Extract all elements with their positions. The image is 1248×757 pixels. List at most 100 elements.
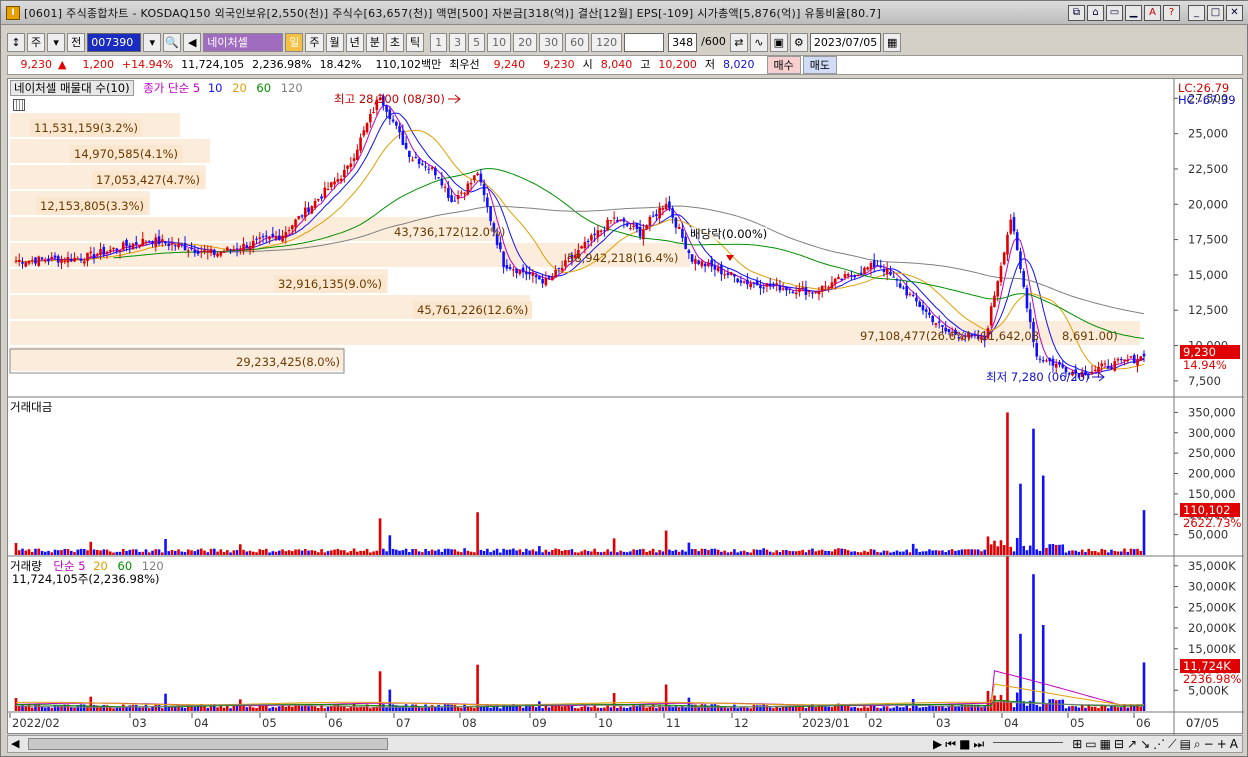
fib-icon[interactable]: ⋰ (1153, 737, 1165, 751)
line-chart-icon[interactable]: ∿ (749, 32, 768, 52)
window-icon[interactable]: ▭ (1106, 5, 1123, 21)
home-icon[interactable]: ⌂ (1087, 5, 1104, 21)
amount-bar (765, 549, 769, 555)
volume-bar (349, 706, 353, 711)
maximize-button[interactable]: □ (1207, 5, 1224, 21)
interval-30[interactable]: 30 (539, 32, 564, 52)
volume-bar (1045, 703, 1048, 711)
minus-icon[interactable]: − (1204, 737, 1214, 751)
scroll-left-icon[interactable]: ◀ (11, 737, 19, 750)
candle-body (385, 105, 388, 112)
amount-bar (609, 551, 613, 555)
interval-10[interactable]: 10 (487, 32, 512, 52)
volume-bar (944, 707, 948, 711)
price-tick-label: 12,500 (1188, 303, 1228, 317)
volume-sub: 11,724,105주(2,236.98%) (12, 572, 160, 586)
volume-bar (138, 707, 141, 711)
crosshair-icon[interactable]: ⊞ (1072, 737, 1082, 751)
candle-body (229, 249, 232, 251)
text-icon[interactable]: A (1230, 737, 1238, 751)
volume-bar (827, 706, 830, 711)
play-icon[interactable]: ▶ (933, 737, 942, 751)
interval-60[interactable]: 60 (565, 32, 590, 52)
candle-body (700, 261, 704, 267)
zoom-slider[interactable] (993, 742, 1064, 746)
candle-body (1100, 363, 1104, 367)
date-input[interactable]: 2023/07/05 (809, 32, 882, 52)
line-icon[interactable]: ↘ (1140, 737, 1150, 751)
zoom-out-icon[interactable]: ⌕ (1194, 737, 1201, 752)
amount-bar (905, 549, 908, 555)
speaker-icon[interactable]: ◀ (183, 32, 202, 52)
period-day[interactable]: 일 (285, 32, 304, 52)
count-input[interactable]: 348 (668, 32, 698, 52)
minimize-button[interactable]: _ (1188, 5, 1205, 21)
interval-120[interactable]: 120 (591, 32, 623, 52)
amount-bar (1090, 551, 1094, 555)
volume-bar (768, 707, 772, 711)
stock-code-input[interactable]: 007390 (87, 32, 142, 52)
calendar-icon[interactable]: ▦ (883, 32, 902, 52)
volume-bar (850, 707, 853, 711)
period-tick[interactable]: 틱 (406, 32, 425, 52)
chevron-down-icon[interactable]: ▾ (47, 32, 66, 52)
volume-bar (499, 708, 502, 711)
volume-bar (53, 705, 57, 711)
interval-20[interactable]: 20 (513, 32, 538, 52)
candle-body (443, 186, 447, 188)
volume-bar (369, 708, 372, 711)
period-week[interactable]: 주 (305, 32, 324, 52)
ruler-icon[interactable]: ⊟ (1114, 737, 1124, 751)
fast-forward-icon[interactable]: ⏭ (973, 737, 984, 752)
box-icon[interactable]: ▭ (1085, 737, 1096, 751)
period-year[interactable]: 년 (345, 32, 364, 52)
stop-icon[interactable]: ■ (959, 737, 970, 751)
interval-3[interactable]: 3 (449, 32, 467, 52)
scroll-thumb[interactable] (28, 738, 388, 750)
chart-area[interactable]: 27,500 25,000 22,500 20,000 17,500 15,000 12,5… (7, 78, 1244, 735)
trend-icon[interactable]: ⟋ (1168, 737, 1176, 752)
save-icon[interactable]: ▣ (769, 32, 788, 52)
period-minute[interactable]: 분 (365, 32, 384, 52)
custom-interval-input[interactable] (624, 32, 665, 52)
help-icon[interactable]: ? (1163, 5, 1180, 21)
gear-icon[interactable]: ⚙ (789, 32, 808, 52)
volume-bar (248, 706, 252, 711)
volume-bar (817, 706, 821, 711)
arrows-icon[interactable]: ⇄ (729, 32, 748, 52)
stock-name-label[interactable]: 네이처셀 (203, 32, 284, 52)
sell-button[interactable]: 매도 (802, 56, 837, 74)
period-month[interactable]: 월 (325, 32, 344, 52)
vp-label-1: 11,531,159(3.2%) (30, 119, 143, 137)
plus-icon[interactable]: + (1217, 737, 1227, 751)
horizontal-scrollbar[interactable]: ◀ ▶ ⏮ ■ ⏭ ⊞ ▭ ▦ ⊟ ↗ ↘ ⋰ ⟋ ▤ ⌕ − + A (7, 735, 1243, 753)
rewind-icon[interactable]: ⏮ (945, 737, 956, 752)
scope-select[interactable]: 전 (67, 32, 86, 52)
chart-type-icon[interactable]: ↕ (7, 32, 25, 52)
interval-1[interactable]: 1 (430, 32, 448, 52)
buy-button[interactable]: 매수 (766, 56, 801, 74)
interval-5[interactable]: 5 (468, 32, 486, 52)
period-second[interactable]: 초 (385, 32, 404, 52)
candle-body (687, 250, 691, 253)
amount-bar (408, 552, 411, 555)
volume-bar (541, 708, 544, 711)
volume-bar (746, 707, 749, 711)
amount-bar (271, 551, 275, 555)
arrow-icon[interactable]: ↗ (1127, 737, 1137, 751)
grid-icon[interactable]: ▦ (1100, 737, 1111, 751)
code-dropdown-icon[interactable]: ▾ (143, 32, 162, 52)
grid-toggle-icon[interactable] (13, 99, 25, 111)
market-select[interactable]: 주 (27, 32, 46, 52)
fill-icon[interactable]: ▤ (1180, 737, 1191, 751)
link-icon[interactable]: ⧉ (1068, 5, 1085, 21)
title-bar[interactable]: I [0601] 주식종합차트 - KOSDAQ150 외국인보유[2,550(… (1, 1, 1248, 25)
minimize-tray-icon[interactable]: ▁ (1125, 5, 1142, 21)
candle-body (17, 260, 21, 262)
candle-body (333, 181, 336, 185)
close-button[interactable]: ✕ (1226, 5, 1243, 21)
font-icon[interactable]: A (1144, 5, 1161, 21)
candle-body (69, 258, 73, 262)
search-icon[interactable]: 🔍 (163, 32, 182, 52)
candle-body (583, 241, 587, 249)
